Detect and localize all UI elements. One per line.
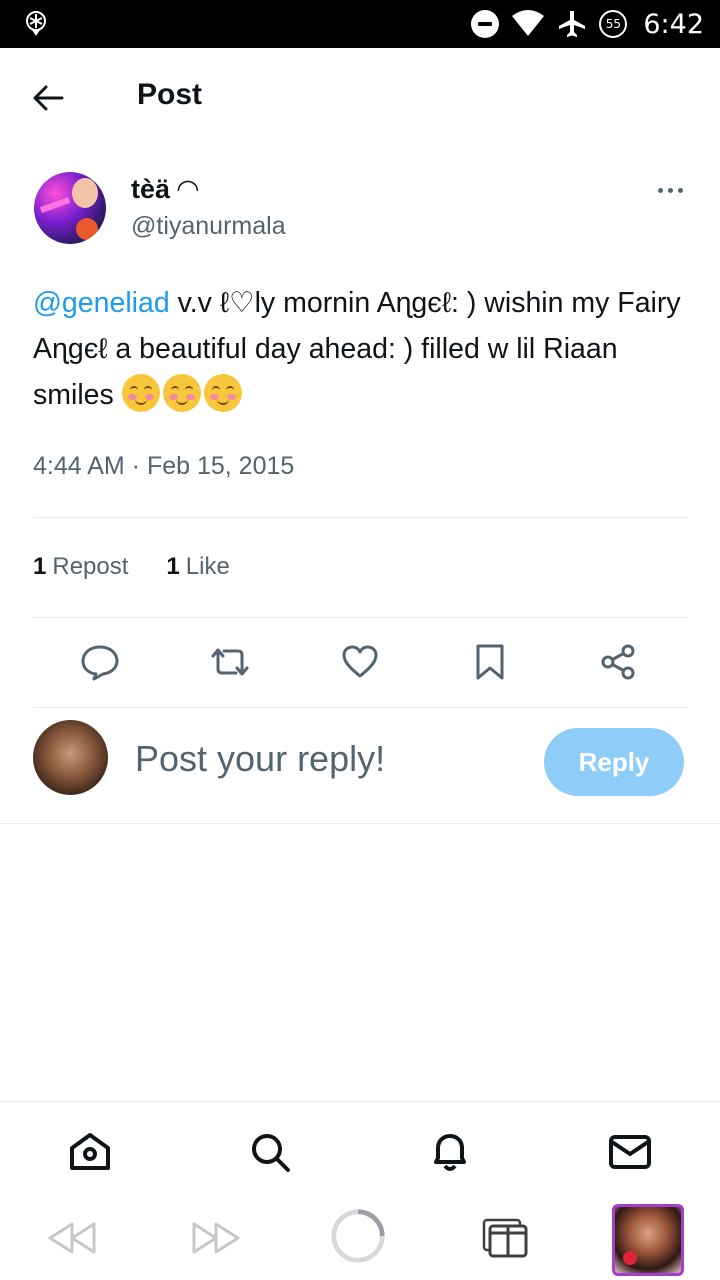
mention-link[interactable]: @geneliad bbox=[33, 287, 170, 319]
post-stats: 1 Repost 1 Like bbox=[33, 553, 230, 581]
back-arrow-icon[interactable] bbox=[28, 78, 72, 118]
author-handle[interactable]: @tiyanurmala bbox=[131, 212, 286, 241]
reply-input[interactable]: Post your reply! bbox=[135, 738, 385, 780]
smiling-blush-emoji-icon bbox=[162, 374, 201, 412]
loading-spinner-icon[interactable] bbox=[330, 1208, 390, 1268]
share-icon[interactable] bbox=[598, 642, 638, 682]
likes-stat[interactable]: 1 Like bbox=[166, 553, 229, 581]
reposts-stat[interactable]: 1 Repost bbox=[33, 553, 128, 581]
like-heart-icon[interactable] bbox=[340, 642, 380, 682]
search-icon[interactable] bbox=[246, 1128, 294, 1176]
repost-icon[interactable] bbox=[210, 642, 250, 682]
smiling-blush-emoji-icon bbox=[203, 374, 242, 412]
rewind-icon[interactable] bbox=[44, 1210, 100, 1266]
home-icon[interactable] bbox=[66, 1128, 114, 1176]
more-options-icon[interactable] bbox=[650, 176, 690, 204]
divider bbox=[33, 517, 688, 518]
post-actions bbox=[0, 636, 720, 688]
user-avatar[interactable] bbox=[33, 720, 108, 795]
tabs-switcher-icon[interactable] bbox=[478, 1210, 534, 1266]
tab-bar-divider bbox=[0, 1101, 720, 1102]
author-avatar[interactable] bbox=[34, 172, 106, 244]
divider bbox=[33, 617, 688, 618]
status-bar: 55 6:42 bbox=[0, 0, 720, 48]
browser-nav-bar bbox=[0, 1196, 720, 1280]
messages-icon[interactable] bbox=[606, 1128, 654, 1176]
divider bbox=[0, 823, 720, 824]
profile-thumbnail[interactable] bbox=[612, 1204, 684, 1276]
reply-button[interactable]: Reply bbox=[544, 728, 684, 796]
top-app-bar: Post bbox=[0, 48, 720, 148]
smiling-blush-emoji-icon bbox=[121, 374, 160, 412]
data-saver-badge: 55 bbox=[599, 10, 628, 38]
post-timestamp: 4:44 AM · Feb 15, 2015 bbox=[33, 452, 295, 480]
app-notification-icon bbox=[26, 11, 46, 36]
fast-forward-icon[interactable] bbox=[188, 1210, 244, 1266]
wifi-icon bbox=[512, 10, 545, 36]
clock: 6:42 bbox=[643, 8, 704, 40]
page-title: Post bbox=[137, 78, 203, 111]
airplane-mode-icon bbox=[559, 11, 586, 37]
post-text: @geneliad v.v ℓ♡ly mornin Aɳgєℓ: ) wishi… bbox=[33, 280, 693, 418]
notifications-icon[interactable] bbox=[426, 1128, 474, 1176]
bookmark-icon[interactable] bbox=[470, 642, 510, 682]
do-not-disturb-icon bbox=[471, 10, 500, 38]
author-display-name[interactable]: tèä ◠ bbox=[131, 174, 198, 205]
divider bbox=[33, 707, 688, 708]
reply-icon[interactable] bbox=[80, 642, 120, 682]
